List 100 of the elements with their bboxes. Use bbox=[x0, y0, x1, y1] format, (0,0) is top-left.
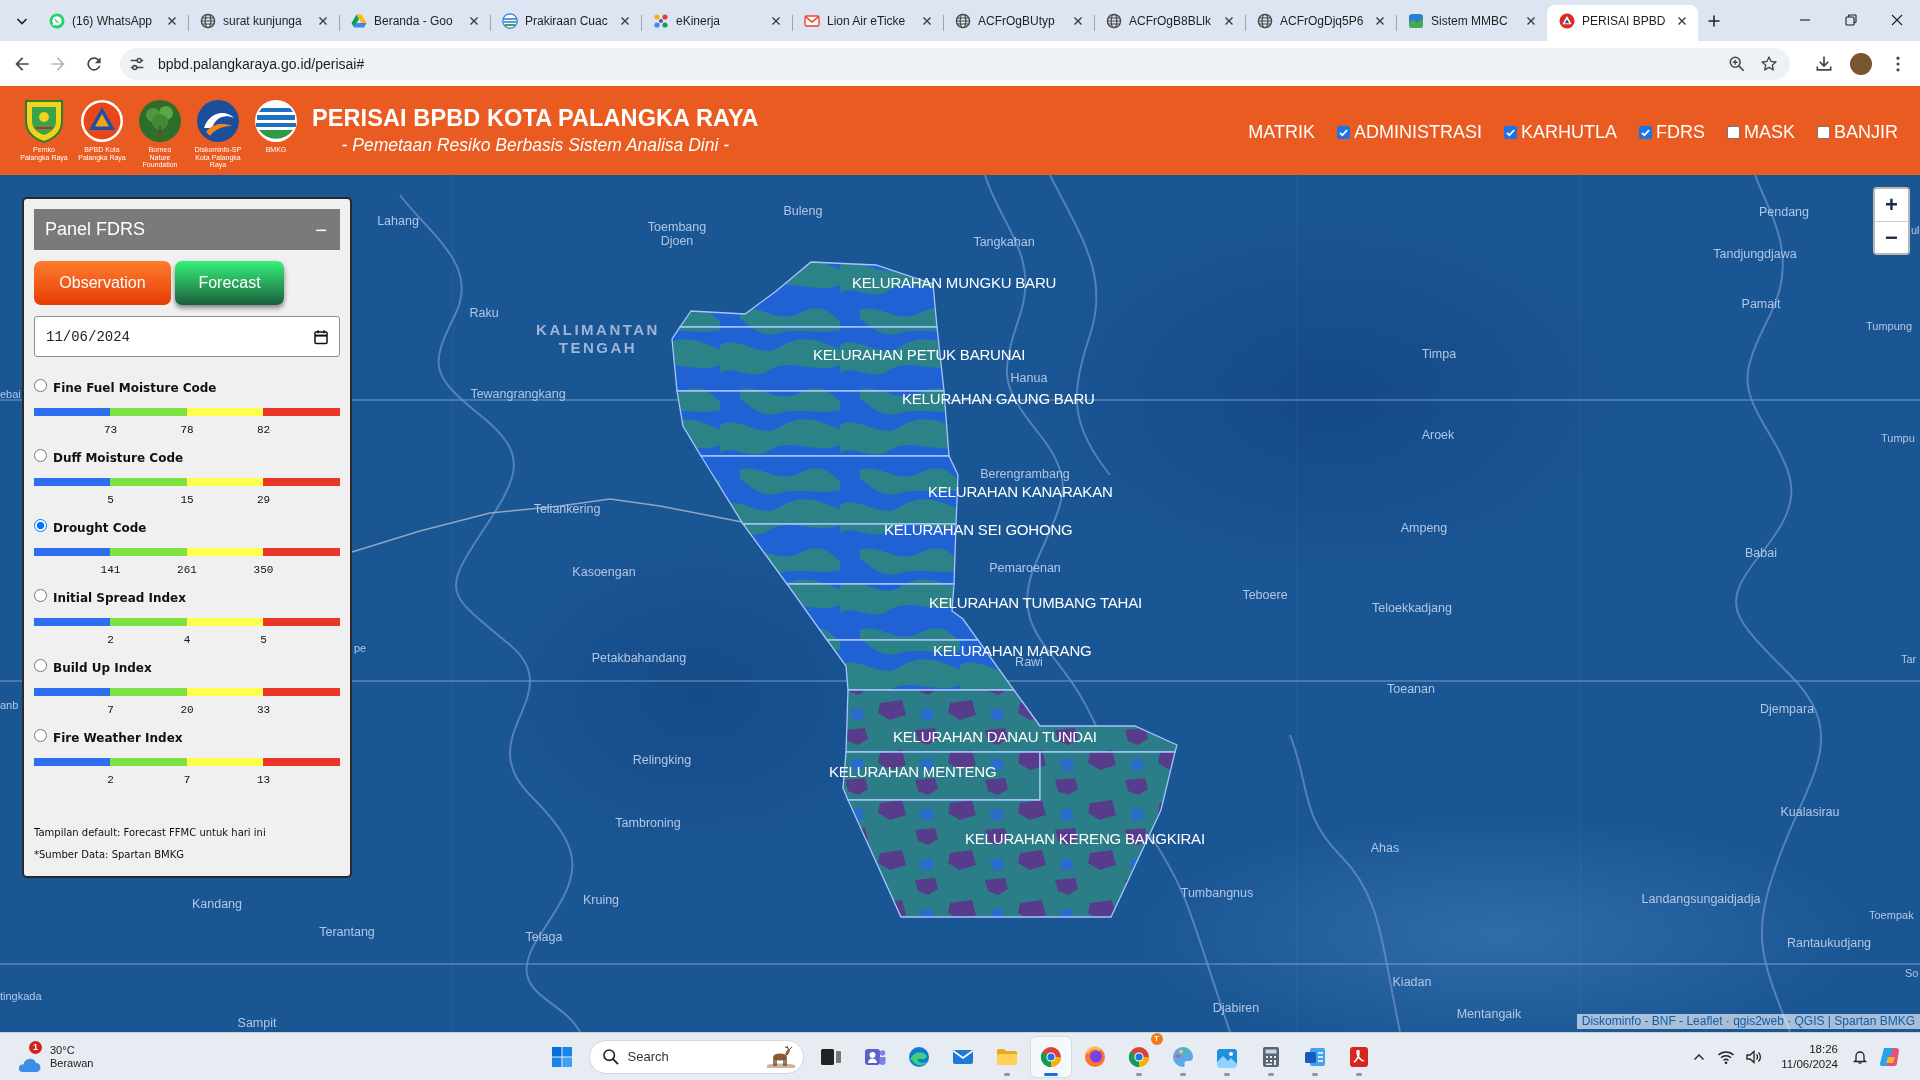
index-label[interactable]: Duff Moisture Code bbox=[53, 451, 184, 465]
globe-icon bbox=[1257, 13, 1273, 29]
browser-tab[interactable]: (16) WhatsApp bbox=[37, 5, 188, 41]
browser-tab[interactable]: eKinerja bbox=[641, 5, 792, 41]
notification-badge: 1 bbox=[29, 1040, 42, 1054]
place-label: Berengrambang bbox=[980, 467, 1070, 481]
radio-button[interactable] bbox=[34, 519, 47, 532]
profile-badge: T bbox=[1150, 1032, 1163, 1045]
address-bar[interactable]: bpbd.palangkaraya.go.id/perisai# bbox=[120, 47, 1790, 80]
striped-circle-icon bbox=[502, 13, 518, 29]
place-label: Tar bbox=[1901, 652, 1917, 666]
place-label: Landangsungaidjadja bbox=[1641, 892, 1761, 906]
browser-tab[interactable]: Prakiraan Cuac bbox=[490, 5, 641, 41]
clock-date[interactable]: 11/06/2024 bbox=[1781, 1056, 1838, 1072]
star-icon[interactable] bbox=[1760, 54, 1778, 73]
panel-note: Tampilan default: Forecast FFMC untuk hari ini bbox=[34, 826, 267, 840]
radio-button[interactable] bbox=[34, 379, 47, 392]
checkbox[interactable] bbox=[1817, 126, 1830, 139]
scale-value: 29 bbox=[256, 493, 271, 508]
browser-icon[interactable] bbox=[1082, 1044, 1107, 1069]
district-label: KELURAHAN PETUK BARUNAI bbox=[813, 345, 1026, 363]
place-label: Tangkahan bbox=[973, 235, 1035, 249]
collapse-button[interactable]: − bbox=[312, 218, 330, 241]
panel-note: *Sumber Data: Spartan BMKG bbox=[34, 848, 185, 862]
close-icon[interactable] bbox=[1889, 12, 1905, 28]
index-label[interactable]: Build Up Index bbox=[53, 661, 152, 675]
place-label: Djempara bbox=[1759, 702, 1815, 716]
clock-time[interactable]: 18:26 bbox=[1809, 1041, 1838, 1057]
place-label: Rantaukudjang bbox=[1786, 936, 1872, 950]
bell-icon[interactable] bbox=[1852, 1048, 1868, 1065]
triangle-emblem-icon bbox=[80, 98, 124, 144]
browser-tab[interactable]: ACFrOgBUtyp bbox=[943, 5, 1094, 41]
start-menu-icon[interactable] bbox=[549, 1044, 574, 1069]
scale-value: 82 bbox=[256, 423, 271, 438]
place-label: Kandang bbox=[191, 897, 243, 911]
radio-button[interactable] bbox=[34, 589, 47, 602]
search-bar[interactable]: Search bbox=[588, 1039, 804, 1074]
zoom-icon[interactable] bbox=[1728, 54, 1746, 73]
scale-value: 13 bbox=[256, 773, 271, 788]
map-attribution[interactable]: Diskominfo - BNF - Leaflet · qgis2web · QGIS | Spartan BMKG bbox=[1576, 1014, 1920, 1029]
browser-icon[interactable] bbox=[1038, 1044, 1063, 1069]
place-label: Ampeng bbox=[1400, 521, 1448, 535]
restore-icon[interactable] bbox=[1843, 12, 1859, 28]
browser-tab[interactable]: PERISAI BPBD bbox=[1547, 5, 1698, 41]
place-label: Telaga bbox=[525, 930, 563, 944]
place-label: Djabiren bbox=[1212, 1001, 1260, 1015]
search-icon[interactable] bbox=[601, 1047, 620, 1066]
zoom-out-button[interactable]: − bbox=[1875, 221, 1908, 253]
browser-tab[interactable]: ACFrOgB8BLlk bbox=[1094, 5, 1245, 41]
envelope-icon bbox=[804, 13, 820, 29]
striped-globe-icon bbox=[254, 98, 298, 144]
browser-icon[interactable] bbox=[1126, 1044, 1151, 1069]
globe-icon bbox=[955, 13, 971, 29]
district-label: KELURAHAN GAUNG BARU bbox=[902, 389, 1095, 407]
wifi-icon[interactable] bbox=[1717, 1048, 1736, 1065]
place-label: Teboere bbox=[1242, 588, 1288, 602]
date-field[interactable]: 11/06/2024 bbox=[34, 316, 340, 357]
active-app-highlight[interactable] bbox=[1030, 1036, 1071, 1077]
place-label: Toeanan bbox=[1387, 682, 1435, 696]
place-label: Tambroning bbox=[615, 816, 681, 830]
place-label: Tumbangnus bbox=[1180, 886, 1254, 900]
checkbox[interactable] bbox=[1336, 126, 1350, 139]
place-label: Toembang Djoen bbox=[647, 220, 707, 248]
browser-tab[interactable]: Lion Air eTicke bbox=[792, 5, 943, 41]
checkbox[interactable] bbox=[1638, 126, 1652, 139]
district-label: KELURAHAN MUNGKU BARU bbox=[852, 273, 1057, 291]
checkbox[interactable] bbox=[1726, 126, 1740, 139]
place-label: So bbox=[1905, 966, 1919, 980]
place-label: Kualasirau bbox=[1780, 805, 1840, 819]
radio-button[interactable] bbox=[34, 729, 47, 742]
scale-value: 78 bbox=[180, 423, 194, 438]
place-label: Tumpu bbox=[1881, 431, 1915, 445]
browser-tab[interactable]: Beranda - Goo bbox=[339, 5, 490, 41]
search-input[interactable]: Search bbox=[627, 1049, 755, 1064]
scale-value: 261 bbox=[177, 563, 197, 578]
index-label[interactable]: Drought Code bbox=[53, 521, 147, 535]
index-label[interactable]: Initial Spread Index bbox=[53, 591, 186, 605]
browser-icon[interactable] bbox=[906, 1044, 931, 1069]
browser-tab[interactable]: surat kunjunga bbox=[188, 5, 339, 41]
scale-value: 2 bbox=[107, 773, 114, 788]
panel-title: Panel FDRS bbox=[45, 219, 146, 240]
browser-tab[interactable]: ACFrOgDjq5P6 bbox=[1245, 5, 1396, 41]
chat-bubble-icon bbox=[49, 13, 65, 29]
browser-tab[interactable]: Sistem MMBC bbox=[1396, 5, 1547, 41]
place-label: Tandjungdjawa bbox=[1713, 247, 1797, 261]
calendar-icon[interactable] bbox=[313, 328, 329, 345]
emblem-icon bbox=[1559, 13, 1575, 29]
index-label[interactable]: Fine Fuel Moisture Code bbox=[53, 381, 217, 395]
scale-value: 33 bbox=[256, 703, 271, 718]
place-label: Petakbahandang bbox=[591, 651, 687, 665]
index-label[interactable]: Fire Weather Index bbox=[53, 731, 183, 745]
volume-icon[interactable] bbox=[1745, 1048, 1764, 1065]
checkbox[interactable] bbox=[1503, 126, 1517, 139]
place-label: Teliankering bbox=[533, 502, 601, 516]
radio-button[interactable] bbox=[34, 449, 47, 462]
place-label: Pemaroenan bbox=[989, 561, 1061, 575]
place-label: ul bbox=[1911, 223, 1920, 237]
avatar-icon[interactable] bbox=[1850, 52, 1872, 75]
radio-button[interactable] bbox=[34, 659, 47, 672]
place-label: Raku bbox=[469, 306, 499, 320]
